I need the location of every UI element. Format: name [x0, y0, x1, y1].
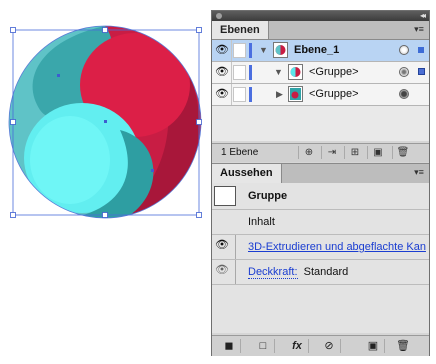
layer-name[interactable]: Ebene_1 [294, 44, 339, 56]
panel-menu-icon[interactable]: ▾≡ [412, 167, 426, 178]
layer-color-indicator [249, 87, 252, 102]
locate-object-icon[interactable]: ⊕ [298, 146, 319, 159]
duplicate-item-icon[interactable]: ▣ [362, 339, 385, 353]
delete-item-icon[interactable]: 🗑 [392, 339, 414, 353]
divider [231, 62, 232, 83]
appearance-footer: ◼ □ fx ⊘ ▣ 🗑 [212, 335, 429, 356]
layers-appearance-panel: ◂◂ Ebenen ▾≡ 👁 ▼ Ebene_1 👁 ▼ <Gruppe> 👁 … [211, 10, 430, 356]
contents-label[interactable]: Inhalt [248, 216, 275, 228]
panel-menu-icon[interactable]: ▾≡ [412, 24, 426, 35]
divider [231, 40, 232, 61]
layer-row-group-2[interactable]: 👁 ▶ <Gruppe> [212, 84, 429, 106]
appearance-header-row: Gruppe [212, 183, 429, 210]
group-thumbnail [288, 64, 303, 80]
add-fill-icon[interactable]: □ [252, 339, 275, 353]
appearance-thumbnail [214, 186, 236, 206]
divider [231, 84, 232, 105]
group-thumbnail [288, 86, 303, 102]
layer-thumbnail [273, 42, 288, 58]
opacity-item[interactable]: Deckkraft: Standard [248, 266, 349, 279]
visibility-eye-icon[interactable]: 👁 [215, 264, 229, 277]
appearance-opacity-row[interactable]: 👁 Deckkraft: Standard [212, 260, 429, 285]
add-effect-fx-icon[interactable]: fx [286, 339, 309, 353]
selection-indicator-icon[interactable] [418, 47, 424, 53]
layer-row-group-1[interactable]: 👁 ▼ <Gruppe> [212, 62, 429, 84]
layers-tabrow: Ebenen ▾≡ [212, 21, 429, 40]
make-clipping-mask-icon[interactable]: ⇥ [321, 146, 342, 159]
visibility-eye-icon[interactable]: 👁 [215, 44, 229, 57]
visibility-eye-icon[interactable]: 👁 [215, 88, 229, 101]
target-circle-icon[interactable] [399, 45, 409, 55]
layers-footer: 1 Ebene ⊕ ⇥ ⊞ ▣ 🗑 [212, 143, 429, 162]
target-circle-icon[interactable] [399, 89, 409, 99]
expand-triangle-open-icon[interactable]: ▼ [259, 45, 268, 55]
visibility-eye-icon[interactable]: 👁 [215, 239, 229, 252]
lock-toggle[interactable] [233, 65, 246, 80]
yin-yang-artwork[interactable] [0, 20, 212, 230]
visibility-eye-icon[interactable]: 👁 [215, 66, 229, 79]
add-stroke-icon[interactable]: ◼ [218, 339, 241, 353]
lock-toggle[interactable] [233, 87, 246, 102]
opacity-value: Standard [303, 266, 349, 278]
group-name[interactable]: <Gruppe> [309, 66, 359, 78]
appearance-effect-row[interactable]: 👁 3D-Extrudieren und abgeflachte Kan [212, 235, 429, 260]
new-layer-icon[interactable]: ▣ [367, 146, 388, 159]
tab-appearance[interactable]: Aussehen [212, 164, 282, 183]
layer-color-indicator [249, 43, 252, 58]
tab-layers[interactable]: Ebenen [212, 21, 269, 39]
effect-3d-extrude-link[interactable]: 3D-Extrudieren und abgeflachte Kan [248, 241, 426, 253]
effect-visibility-cell[interactable]: 👁 [212, 235, 236, 259]
delete-layer-icon[interactable]: 🗑 [392, 146, 413, 159]
lock-toggle[interactable] [233, 43, 246, 58]
expand-triangle-open-icon[interactable]: ▼ [274, 67, 283, 77]
panel-titlebar[interactable]: ◂◂ [212, 11, 429, 21]
layer-color-indicator [249, 65, 252, 80]
new-sublayer-icon[interactable]: ⊞ [344, 146, 365, 159]
appearance-tabrow: Aussehen ▾≡ [212, 163, 429, 184]
appearance-object-type: Gruppe [248, 190, 288, 202]
clear-appearance-icon[interactable]: ⊘ [318, 339, 341, 353]
group-name[interactable]: <Gruppe> [309, 88, 359, 100]
panel-close-icon[interactable] [216, 13, 222, 19]
opacity-link[interactable]: Deckkraft: [248, 266, 298, 279]
opacity-visibility-cell[interactable]: 👁 [212, 260, 236, 284]
collapse-panel-icon[interactable]: ◂◂ [420, 11, 426, 21]
artwork-canvas[interactable] [0, 0, 212, 230]
appearance-contents-row[interactable]: Inhalt [212, 210, 429, 235]
target-circle-icon[interactable] [399, 67, 409, 77]
selection-indicator-icon[interactable] [418, 68, 425, 75]
appearance-list: Gruppe Inhalt 👁 3D-Extrudieren und abgef… [212, 183, 429, 333]
layer-row-ebene-1[interactable]: 👁 ▼ Ebene_1 [212, 40, 429, 62]
expand-triangle-closed-icon[interactable]: ▶ [276, 89, 283, 100]
layers-list: 👁 ▼ Ebene_1 👁 ▼ <Gruppe> 👁 ▶ <Gruppe> [212, 40, 429, 141]
layer-count: 1 Ebene [221, 147, 259, 158]
